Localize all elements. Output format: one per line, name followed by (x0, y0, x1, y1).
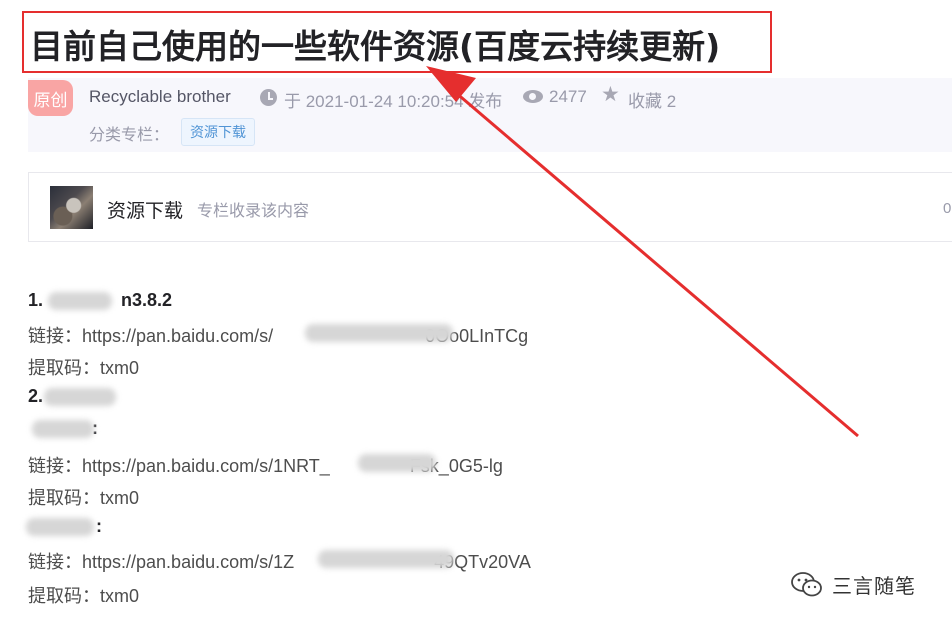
annotation-arrow (426, 66, 859, 438)
watermark: 三言随笔 (790, 570, 916, 599)
watermark-text: 三言随笔 (832, 574, 916, 598)
arrow-shaft (447, 84, 859, 438)
wechat-icon (790, 571, 824, 599)
arrow-head (426, 66, 476, 102)
